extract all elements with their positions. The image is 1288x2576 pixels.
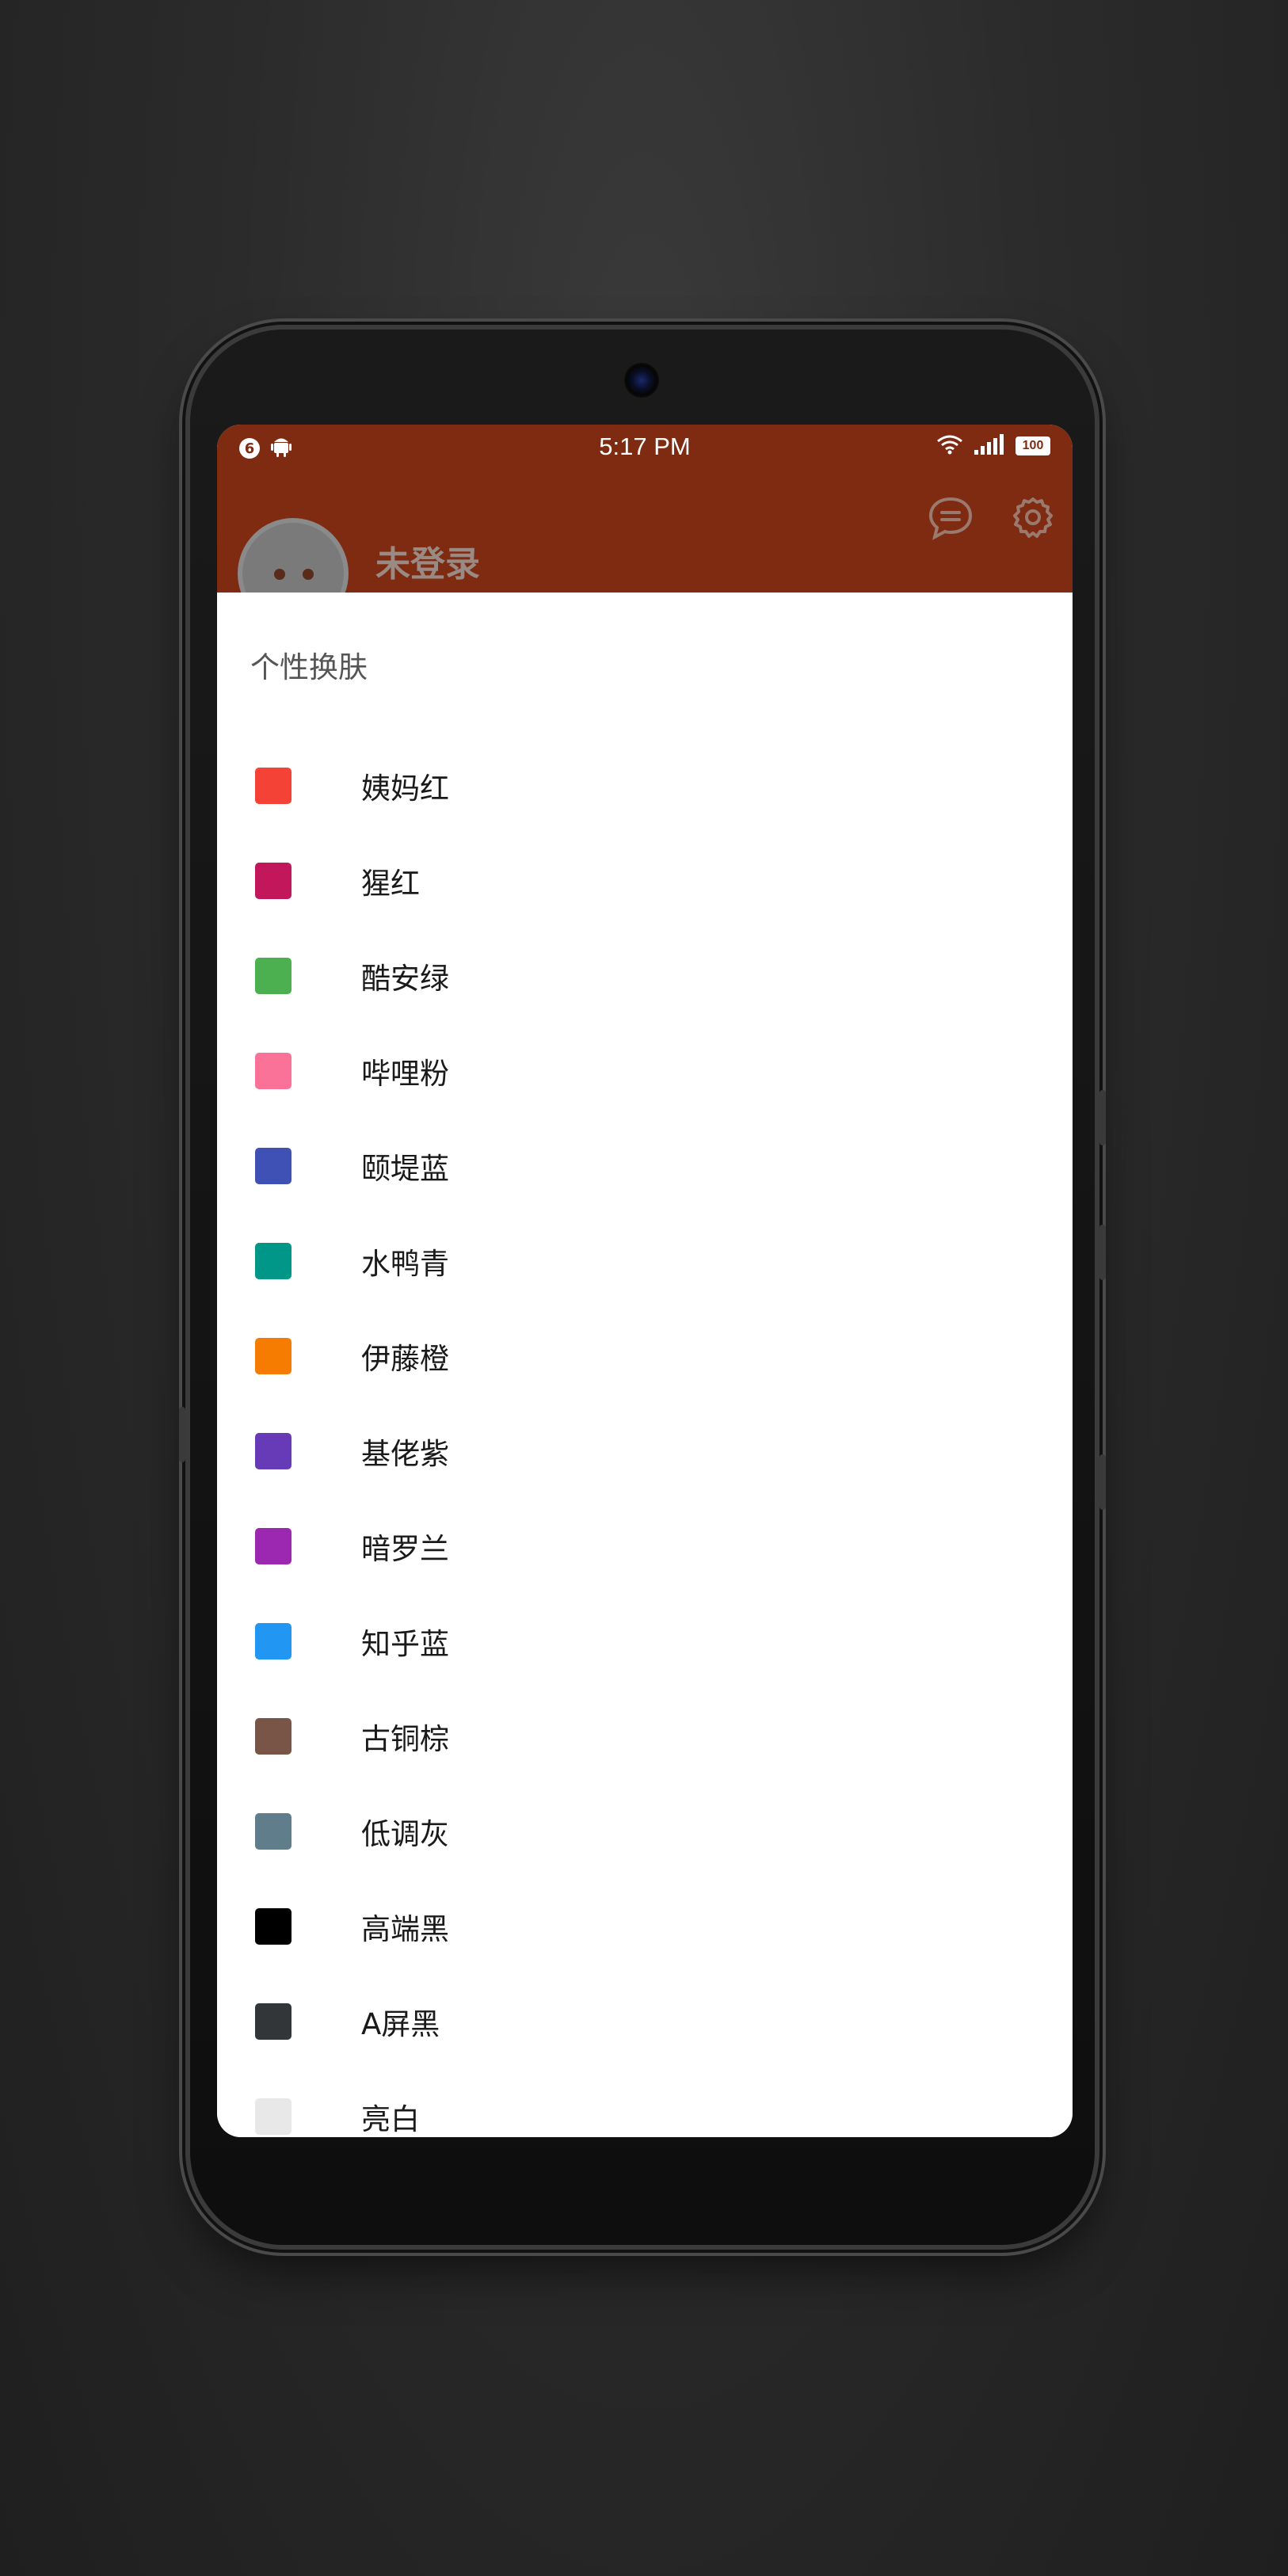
theme-label: 暗罗兰 [361, 1532, 449, 1566]
theme-label: 伊藤橙 [361, 1342, 449, 1376]
sheet-title: 个性换肤 [250, 650, 368, 684]
theme-item[interactable]: A屏黑 [217, 1974, 1073, 2069]
color-swatch [255, 863, 292, 899]
color-swatch [255, 958, 292, 994]
theme-label: 知乎蓝 [361, 1627, 449, 1661]
theme-label: 酷安绿 [361, 962, 449, 996]
screen: 6 5:17 PM 100 未登录 个性换肤 姨妈红 猩红 酷安绿 哔哩粉 颐堤… [217, 425, 1073, 2137]
color-swatch [255, 1813, 292, 1850]
theme-item[interactable]: 古铜棕 [217, 1689, 1073, 1784]
theme-item[interactable]: 水鸭青 [217, 1214, 1073, 1309]
color-swatch [255, 1718, 292, 1755]
theme-label: A屏黑 [361, 2007, 440, 2041]
theme-label: 古铜棕 [361, 1722, 449, 1756]
side-button-right-3 [1099, 1454, 1106, 1510]
color-swatch [255, 2003, 292, 2040]
status-bar: 6 5:17 PM 100 [217, 425, 1073, 472]
theme-item[interactable]: 颐堤蓝 [217, 1118, 1073, 1214]
theme-label: 哔哩粉 [361, 1057, 449, 1091]
color-swatch [255, 1148, 292, 1184]
app-header: 6 5:17 PM 100 未登录 [217, 425, 1073, 629]
color-swatch [255, 1053, 292, 1089]
side-button-right-1 [1099, 1090, 1106, 1145]
theme-label: 猩红 [361, 867, 420, 901]
theme-label: 基佬紫 [361, 1437, 449, 1471]
theme-label: 低调灰 [361, 1817, 449, 1851]
side-button-right-2 [1099, 1225, 1106, 1280]
theme-item[interactable]: 猩红 [217, 833, 1073, 928]
theme-bottom-sheet: 个性换肤 姨妈红 猩红 酷安绿 哔哩粉 颐堤蓝 水鸭青 伊藤橙 基佬紫 暗罗兰 … [217, 593, 1073, 2137]
color-swatch [255, 1623, 292, 1660]
theme-item[interactable]: 亮白 [217, 2069, 1073, 2137]
theme-item[interactable]: 暗罗兰 [217, 1499, 1073, 1594]
theme-item[interactable]: 伊藤橙 [217, 1309, 1073, 1404]
settings-gear-icon[interactable] [1009, 494, 1057, 542]
theme-label: 颐堤蓝 [361, 1152, 449, 1186]
phone-frame: 6 5:17 PM 100 未登录 个性换肤 姨妈红 猩红 酷安绿 哔哩粉 颐堤… [179, 330, 1106, 2245]
side-button-left [179, 1407, 185, 1462]
theme-label: 水鸭青 [361, 1247, 449, 1281]
message-icon[interactable] [927, 494, 974, 542]
theme-item[interactable]: 哔哩粉 [217, 1023, 1073, 1118]
battery-indicator: 100 [1016, 436, 1050, 455]
color-swatch [255, 768, 292, 804]
wifi-icon [936, 434, 963, 458]
theme-item[interactable]: 知乎蓝 [217, 1594, 1073, 1689]
color-swatch [255, 1528, 292, 1564]
color-swatch [255, 1908, 292, 1945]
theme-label: 亮白 [361, 2102, 420, 2136]
theme-item[interactable]: 基佬紫 [217, 1404, 1073, 1499]
theme-item[interactable]: 高端黑 [217, 1879, 1073, 1974]
color-swatch [255, 2098, 292, 2135]
signal-icon [974, 434, 1004, 458]
theme-item[interactable]: 低调灰 [217, 1784, 1073, 1879]
color-swatch [255, 1433, 292, 1469]
color-swatch [255, 1243, 292, 1279]
theme-list: 姨妈红 猩红 酷安绿 哔哩粉 颐堤蓝 水鸭青 伊藤橙 基佬紫 暗罗兰 知乎蓝 古… [217, 738, 1073, 2137]
theme-item[interactable]: 姨妈红 [217, 738, 1073, 833]
username-label[interactable]: 未登录 [375, 535, 480, 586]
theme-label: 姨妈红 [361, 772, 449, 806]
color-swatch [255, 1338, 292, 1374]
front-camera [624, 363, 659, 398]
theme-label: 高端黑 [361, 1912, 449, 1946]
theme-item[interactable]: 酷安绿 [217, 928, 1073, 1023]
